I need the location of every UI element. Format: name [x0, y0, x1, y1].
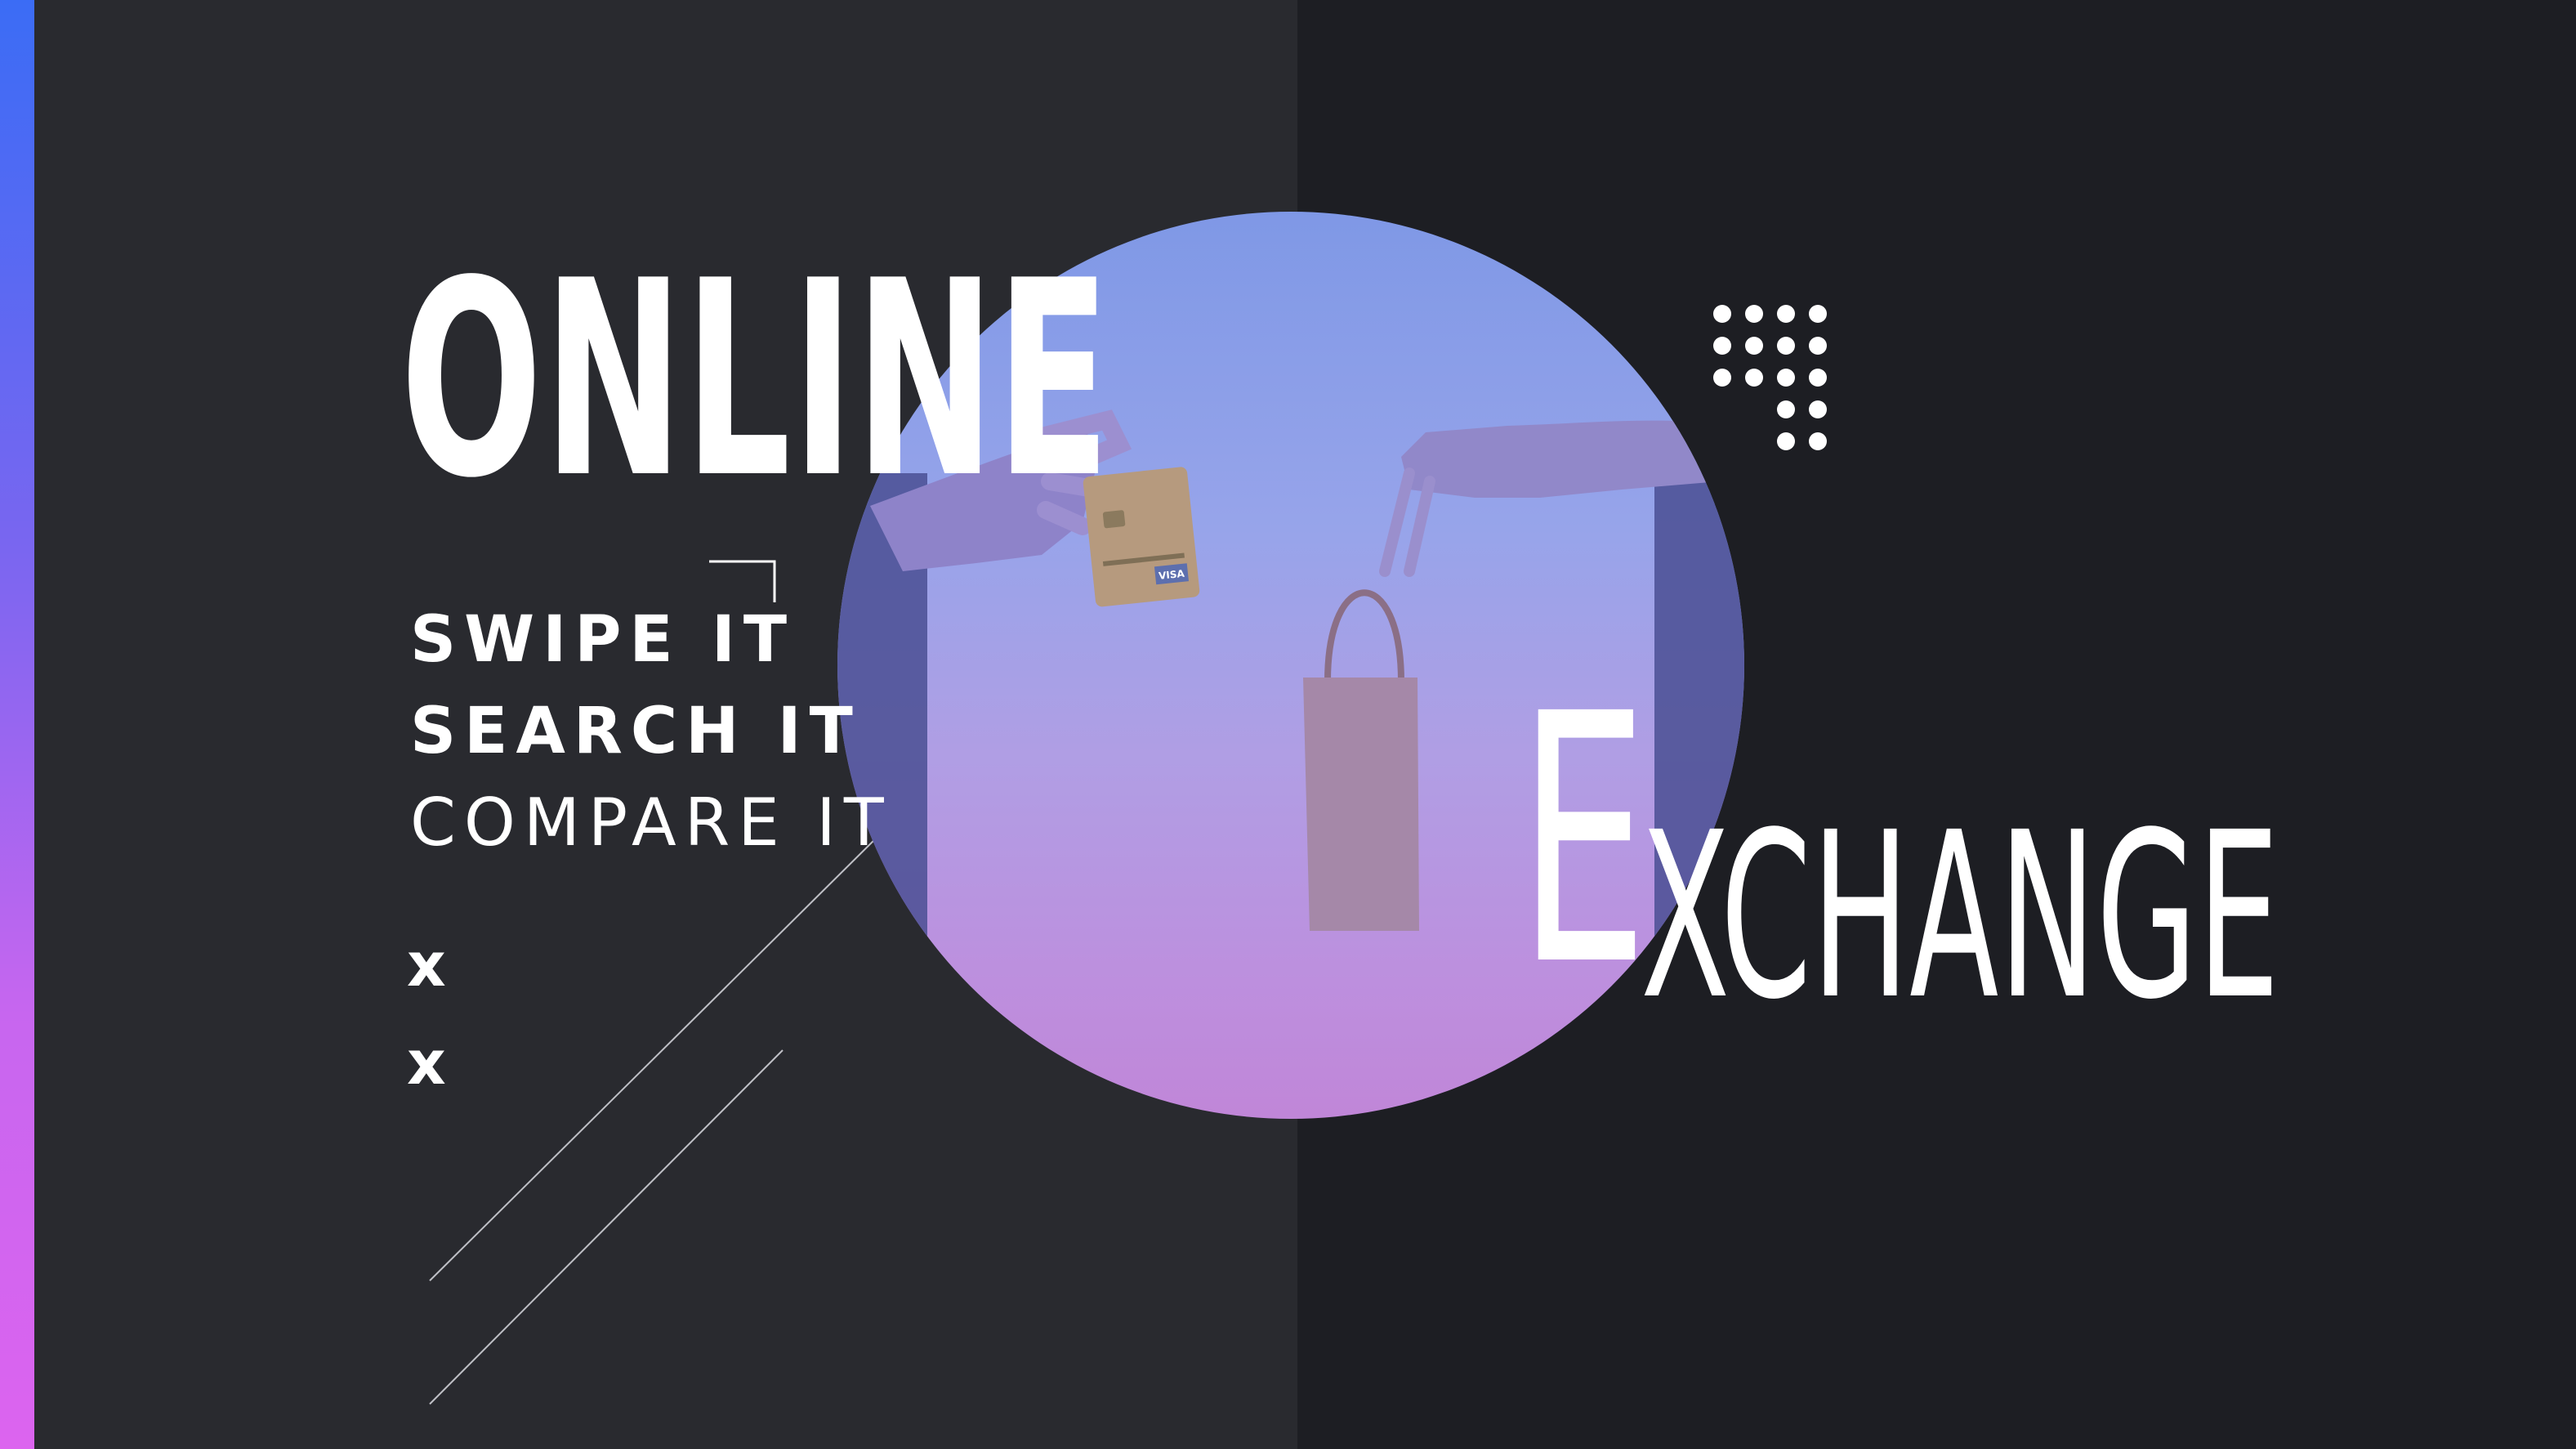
tagline-compare: COMPARE IT [410, 785, 892, 861]
headline-exchange-rest: XCHANGE [1641, 784, 2280, 1050]
bullet-x-2: x [407, 1028, 446, 1098]
bag-handle [1324, 589, 1404, 682]
bullet-x-1: x [407, 930, 446, 1000]
tagline-swipe: SWIPE IT [410, 603, 796, 677]
shopping-bag [1303, 678, 1419, 931]
headline-exchange: E XCHANGE [1518, 642, 2279, 1041]
headline-exchange-initial: E [1518, 642, 1649, 1041]
right-fingers [1379, 467, 1435, 577]
dot-grid-icon [1713, 305, 1827, 450]
tagline-search: SEARCH IT [410, 695, 861, 768]
corner-bracket [709, 560, 776, 602]
diagonal-line-long [429, 831, 883, 1281]
headline-online: ONLINE [400, 223, 1112, 537]
slide: VISA ONLINE E XCHANGE SWIPE IT SEARCH IT… [0, 0, 2576, 1449]
